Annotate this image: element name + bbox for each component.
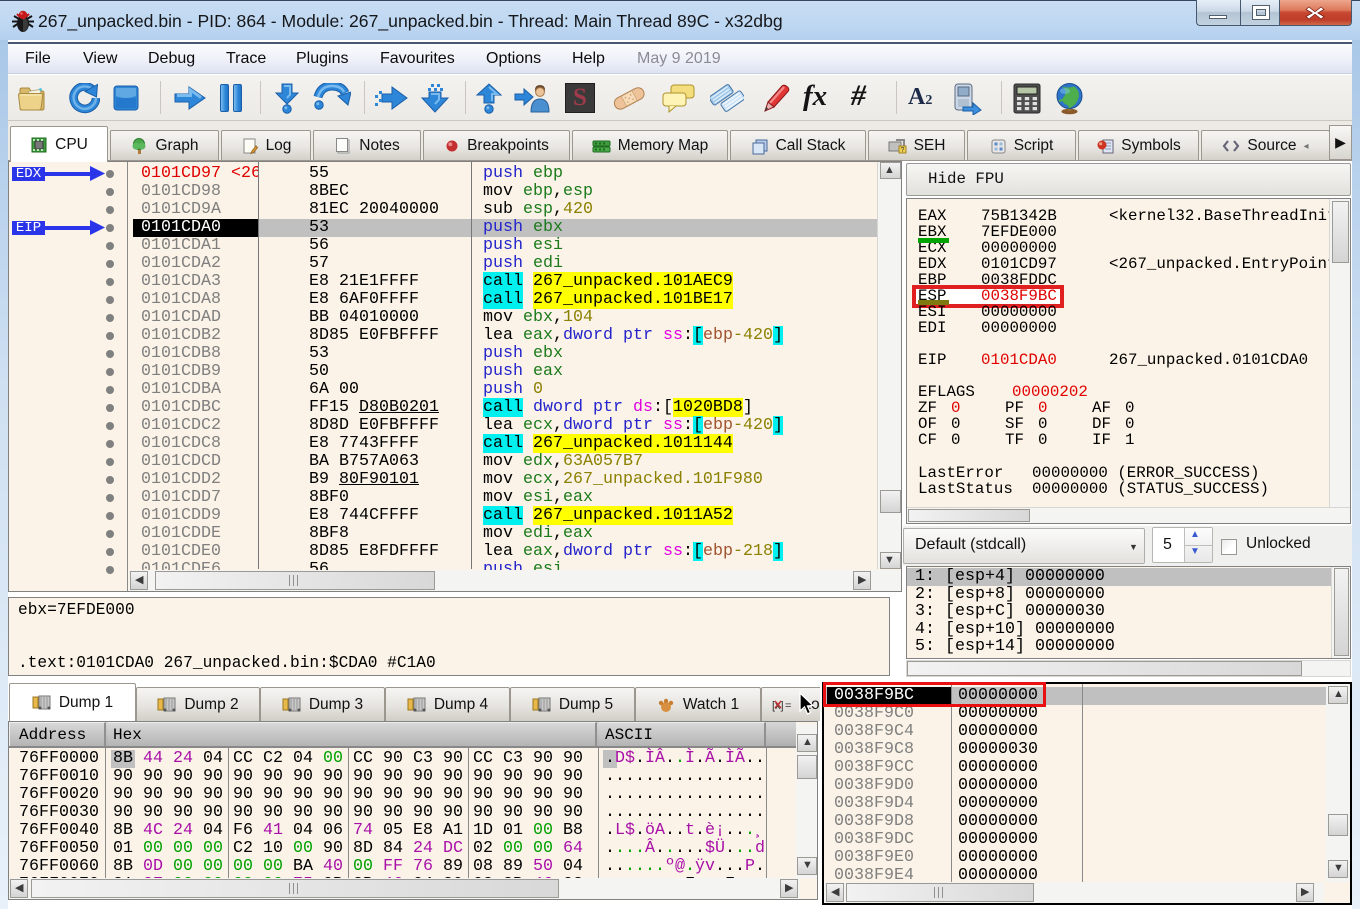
svg-text:[x]: [x] (772, 700, 784, 712)
svg-text:?: ? (900, 147, 904, 154)
svg-text:=: = (785, 700, 791, 712)
